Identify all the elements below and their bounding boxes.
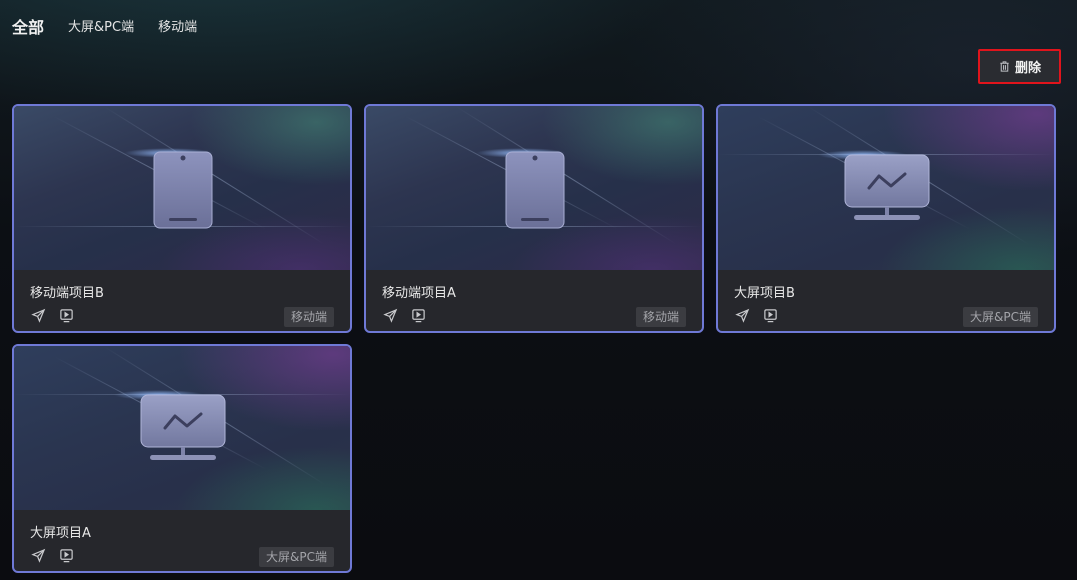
send-icon[interactable] xyxy=(734,307,750,323)
project-title: 大屏项目B xyxy=(734,286,795,301)
delete-button-label: 删除 xyxy=(1014,61,1041,76)
project-card[interactable]: 大屏项目B 大屏&PC端 xyxy=(716,104,1056,333)
send-icon[interactable] xyxy=(30,547,46,563)
tab-mobile[interactable]: 移动端 xyxy=(158,14,197,42)
project-thumbnail xyxy=(14,106,350,270)
preview-icon[interactable] xyxy=(410,307,426,323)
tab-screen-pc[interactable]: 大屏&PC端 xyxy=(68,14,134,42)
project-title: 移动端项目B xyxy=(30,286,104,301)
tab-all[interactable]: 全部 xyxy=(12,14,44,42)
monitor-icon xyxy=(140,394,226,460)
phone-icon xyxy=(505,151,565,229)
project-type-badge: 大屏&PC端 xyxy=(259,547,334,567)
project-type-badge: 移动端 xyxy=(635,307,686,327)
project-type-badge: 大屏&PC端 xyxy=(963,307,1038,327)
preview-icon[interactable] xyxy=(58,307,74,323)
delete-button[interactable]: 删除 xyxy=(978,49,1061,84)
project-card[interactable]: 移动端项目A 移动端 xyxy=(364,104,704,333)
project-type-badge: 移动端 xyxy=(283,307,334,327)
project-thumbnail xyxy=(366,106,702,270)
category-tabs: 全部 大屏&PC端 移动端 xyxy=(12,14,221,42)
send-icon[interactable] xyxy=(382,307,398,323)
project-card[interactable]: 大屏项目A 大屏&PC端 xyxy=(12,344,352,573)
project-card[interactable]: 移动端项目B 移动端 xyxy=(12,104,352,333)
project-thumbnail xyxy=(718,106,1054,270)
trash-icon xyxy=(1000,61,1009,72)
project-thumbnail xyxy=(14,346,350,510)
project-title: 大屏项目A xyxy=(30,526,91,541)
monitor-icon xyxy=(844,154,930,220)
send-icon[interactable] xyxy=(30,307,46,323)
phone-icon xyxy=(153,151,213,229)
preview-icon[interactable] xyxy=(58,547,74,563)
preview-icon[interactable] xyxy=(762,307,778,323)
project-title: 移动端项目A xyxy=(382,286,456,301)
